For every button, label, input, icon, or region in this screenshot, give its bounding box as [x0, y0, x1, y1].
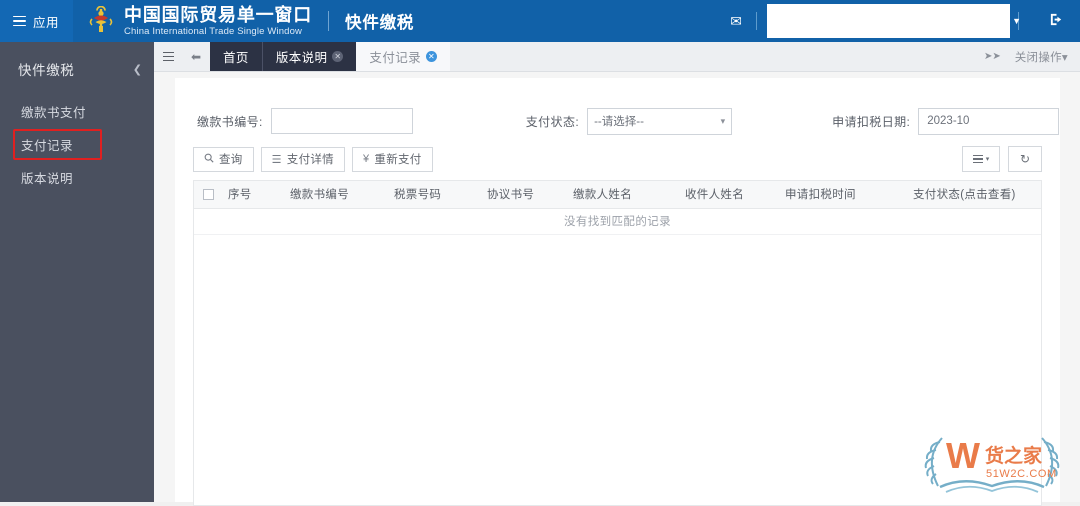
- sidebar-title: 快件缴税: [18, 63, 75, 78]
- top-header-bar: 应用 中国国际贸易单一窗口 China International Trade …: [0, 0, 1080, 42]
- records-table-container: 序号 缴款书编号 税票号码 协议书号 缴款人姓名 收件人姓名 申请扣税时间 支付…: [193, 180, 1042, 506]
- sidebar-item-release-notes[interactable]: 版本说明: [0, 161, 154, 194]
- tab-home[interactable]: 首页: [210, 42, 262, 71]
- tab-label: 首页: [223, 51, 249, 65]
- header-divider: [328, 11, 330, 31]
- refresh-button[interactable]: ↻: [1008, 146, 1042, 172]
- sidebar-item-payment-doc[interactable]: 缴款书支付: [0, 95, 154, 128]
- empty-state-row: 没有找到匹配的记录: [194, 208, 1041, 235]
- tab-bar-right-controls: ➤➤ 关闭操作▾: [984, 42, 1080, 71]
- caret-down-icon: ▾: [1061, 51, 1068, 64]
- tab-payment-records[interactable]: 支付记录 ✕: [356, 42, 451, 71]
- tab-spacer: [450, 42, 984, 71]
- column-header-index[interactable]: 序号: [222, 181, 284, 209]
- refresh-icon: ↻: [1019, 152, 1031, 166]
- field-pay-status: 支付状态: --请选择-- ▾: [525, 107, 733, 135]
- tab-menu-icon[interactable]: [154, 42, 182, 71]
- double-chevron-left-icon[interactable]: ⬅: [182, 42, 210, 71]
- deduct-date-value: 2023-10: [927, 115, 970, 127]
- column-header-doc-no[interactable]: 缴款书编号: [284, 181, 388, 209]
- sidebar-item-payment-records[interactable]: 支付记录: [0, 128, 154, 161]
- tab-release-notes[interactable]: 版本说明 ✕: [261, 42, 357, 71]
- close-operations-label: 关闭操作: [1014, 51, 1062, 64]
- content-panel: 缴款书编号: 支付状态: --请选择-- ▾ 申请扣税日期: 2023-10 查…: [175, 78, 1060, 506]
- columns-list-icon: [972, 153, 983, 165]
- repay-button[interactable]: ¥ 重新支付: [351, 146, 433, 172]
- doc-no-input[interactable]: [270, 108, 413, 134]
- search-form: 缴款书编号: 支付状态: --请选择-- ▾ 申请扣税日期: 2023-10: [175, 78, 1060, 140]
- brand-title-cn: 中国国际贸易单一窗口: [124, 4, 313, 25]
- columns-toggle-button[interactable]: ▾: [962, 146, 1000, 172]
- field-deduct-date: 申请扣税日期: 2023-10: [832, 107, 1060, 135]
- header-divider-2: [756, 12, 757, 30]
- list-icon: ☰: [271, 153, 282, 166]
- china-customs-emblem: [86, 5, 116, 36]
- column-header-agreement-no[interactable]: 协议书号: [481, 181, 567, 209]
- system-title: 快件缴税: [345, 14, 415, 32]
- double-chevron-right-icon[interactable]: ➤➤: [984, 51, 1001, 62]
- caret-down-icon: ▾: [985, 156, 990, 163]
- repay-button-label: 重新支付: [374, 154, 422, 166]
- pay-status-select[interactable]: --请选择-- ▾: [587, 107, 733, 135]
- brand-title-en: China International Trade Single Window: [124, 25, 303, 37]
- tab-label: 版本说明: [275, 51, 328, 65]
- query-button-label: 查询: [219, 154, 243, 166]
- sidebar: 快件缴税 ❮ 缴款书支付 支付记录 版本说明: [0, 42, 154, 502]
- payment-detail-button[interactable]: ☰ 支付详情: [260, 146, 345, 172]
- sidebar-header: 快件缴税 ❮: [0, 42, 154, 79]
- column-header-tax-no[interactable]: 税票号码: [388, 181, 481, 209]
- field-doc-no-label: 缴款书编号:: [197, 114, 263, 129]
- apps-button-label: 应用: [33, 15, 60, 30]
- sidebar-item-label: 支付记录: [21, 139, 74, 153]
- close-icon[interactable]: ✕: [332, 51, 344, 62]
- logout-icon[interactable]: [1049, 12, 1064, 31]
- column-header-deduct-time[interactable]: 申请扣税时间: [779, 181, 907, 209]
- yen-icon: ¥: [362, 153, 370, 165]
- column-header-receiver[interactable]: 收件人姓名: [679, 181, 779, 209]
- chevron-down-icon: ▾: [720, 115, 726, 126]
- sidebar-item-label: 缴款书支付: [21, 106, 87, 120]
- hamburger-icon: [13, 13, 26, 30]
- field-doc-no: 缴款书编号:: [197, 108, 413, 134]
- search-icon: [204, 153, 214, 166]
- sidebar-menu: 缴款书支付 支付记录 版本说明: [0, 95, 154, 194]
- query-button[interactable]: 查询: [193, 146, 254, 172]
- records-table: 序号 缴款书编号 税票号码 协议书号 缴款人姓名 收件人姓名 申请扣税时间 支付…: [194, 181, 1041, 235]
- pay-status-value: --请选择--: [594, 116, 644, 128]
- empty-state-message: 没有找到匹配的记录: [194, 208, 1041, 235]
- sidebar-item-label: 版本说明: [21, 172, 74, 186]
- main-content: 缴款书编号: 支付状态: --请选择-- ▾ 申请扣税日期: 2023-10 查…: [154, 72, 1080, 506]
- checkbox-icon[interactable]: [202, 188, 214, 200]
- close-icon[interactable]: ✕: [426, 51, 438, 62]
- user-account-field[interactable]: ▼: [767, 4, 1021, 38]
- payment-detail-button-label: 支付详情: [286, 154, 334, 166]
- deduct-date-input[interactable]: 2023-10: [918, 107, 1060, 135]
- select-all-header: [194, 181, 222, 209]
- field-deduct-date-label: 申请扣税日期:: [832, 114, 911, 129]
- column-header-pay-status[interactable]: 支付状态(点击查看): [907, 181, 1041, 209]
- tab-label: 支付记录: [369, 51, 422, 65]
- apps-button[interactable]: 应用: [0, 0, 74, 42]
- field-pay-status-label: 支付状态:: [525, 114, 580, 129]
- tab-bar: ⬅ 首页 版本说明 ✕ 支付记录 ✕ ➤➤ 关闭操作▾: [154, 42, 1080, 72]
- chevron-down-icon: ▼: [1012, 16, 1021, 26]
- action-toolbar: 查询 ☰ 支付详情 ¥ 重新支付 ▾ ↻: [175, 140, 1060, 178]
- table-body: 没有找到匹配的记录: [194, 208, 1041, 235]
- chevron-left-icon[interactable]: ❮: [133, 63, 142, 76]
- brand-block: 中国国际贸易单一窗口 China International Trade Sin…: [124, 6, 312, 37]
- table-header-row: 序号 缴款书编号 税票号码 协议书号 缴款人姓名 收件人姓名 申请扣税时间 支付…: [194, 181, 1041, 209]
- table-head: 序号 缴款书编号 税票号码 协议书号 缴款人姓名 收件人姓名 申请扣税时间 支付…: [194, 181, 1041, 209]
- envelope-icon[interactable]: ✉: [724, 13, 748, 30]
- column-header-payer[interactable]: 缴款人姓名: [567, 181, 679, 209]
- close-operations-menu[interactable]: 关闭操作▾: [1015, 49, 1068, 65]
